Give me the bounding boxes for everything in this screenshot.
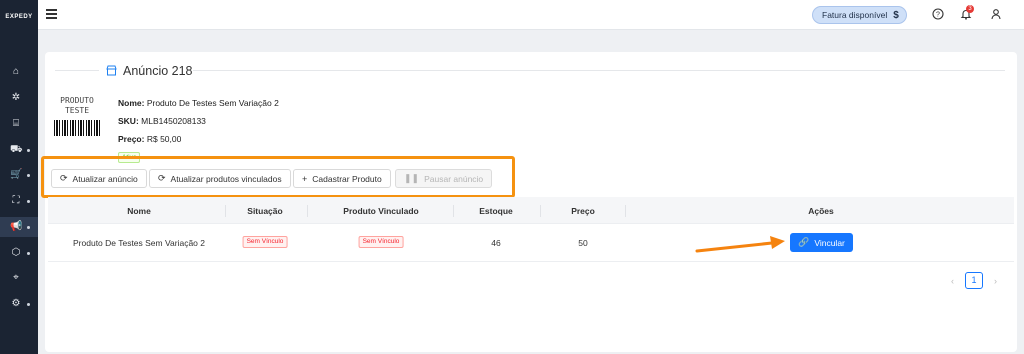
expand-dot bbox=[27, 148, 30, 152]
sidebar-item-listings[interactable]: 📢 bbox=[0, 217, 38, 237]
sidebar-item-sales[interactable]: ⛶ bbox=[0, 191, 38, 211]
column-separator bbox=[540, 205, 541, 217]
sidebar-item-scan[interactable]: ⌖ bbox=[0, 268, 38, 288]
sidebar-item-store[interactable]: ⌸ bbox=[0, 114, 38, 134]
pagination: ‹ 1 › bbox=[951, 272, 997, 289]
listing-card: Anúncio 218 PRODUTO TESTE Nome: Produto … bbox=[41, 52, 1017, 352]
cell-price: 50 bbox=[578, 238, 588, 248]
store-icon: ⌸ bbox=[13, 118, 19, 129]
table-header: Nome Situação Produto Vinculado Estoque … bbox=[48, 197, 1014, 224]
divider bbox=[55, 70, 99, 71]
linked-product-badge: Sem Vínculo bbox=[358, 236, 404, 248]
gear-icon: ⚙ bbox=[11, 298, 21, 309]
dollar-icon: $ bbox=[893, 9, 899, 21]
scan-icon: ⌖ bbox=[13, 272, 19, 283]
product-sku-row: SKU: MLB1450208133 bbox=[118, 116, 206, 126]
sidebar: EXPEDY ⌂ ✲ ⌸ ⛟ 🛒 ⛶ 📢 ⬡ ⌖ ⚙ bbox=[0, 0, 38, 354]
barcode-image bbox=[54, 120, 100, 136]
product-price-row: Preço: R$ 50,00 bbox=[118, 134, 181, 144]
help-icon[interactable]: ? bbox=[931, 8, 944, 21]
column-separator bbox=[625, 205, 626, 217]
store-icon bbox=[106, 65, 117, 79]
sku-label: SKU: bbox=[118, 116, 139, 126]
integrations-icon: ✲ bbox=[11, 92, 21, 103]
user-icon[interactable] bbox=[989, 8, 1002, 21]
expand-dot bbox=[27, 199, 30, 203]
expand-dot bbox=[27, 225, 30, 229]
sidebar-item-orders[interactable]: 🛒 bbox=[0, 165, 38, 185]
truck-icon: ⛟ bbox=[10, 144, 23, 155]
column-header: Ações bbox=[808, 206, 834, 216]
sidebar-item-integrations[interactable]: ✲ bbox=[0, 88, 38, 108]
invoice-available-button[interactable]: Fatura disponível $ bbox=[812, 6, 907, 24]
product-name: Produto De Testes Sem Variação 2 bbox=[146, 98, 279, 108]
product-image-text: PRODUTO bbox=[60, 96, 94, 105]
column-header: Nome bbox=[127, 206, 151, 216]
divider bbox=[193, 70, 1005, 71]
link-button[interactable]: 🔗 Vincular bbox=[790, 233, 853, 252]
column-header: Produto Vinculado bbox=[343, 206, 419, 216]
expand-dot bbox=[27, 302, 30, 306]
invoice-label: Fatura disponível bbox=[822, 10, 888, 20]
sidebar-item-home[interactable]: ⌂ bbox=[0, 62, 38, 82]
top-bar: Fatura disponível $ ? 3 bbox=[38, 0, 1024, 30]
expand-dot bbox=[27, 173, 30, 177]
menu-icon[interactable] bbox=[46, 9, 57, 19]
column-separator bbox=[453, 205, 454, 217]
cell-stock: 46 bbox=[491, 238, 501, 248]
product-sku: MLB1450208133 bbox=[141, 116, 206, 126]
highlight-annotation-box bbox=[41, 156, 515, 198]
product-image: PRODUTO TESTE bbox=[54, 96, 100, 146]
product-price: R$ 50,00 bbox=[146, 134, 182, 144]
annotation-arrow bbox=[695, 236, 785, 253]
sidebar-item-products[interactable]: ⬡ bbox=[0, 243, 38, 263]
page-number[interactable]: 1 bbox=[965, 272, 983, 289]
cart-icon: 🛒 bbox=[10, 169, 23, 180]
column-separator bbox=[225, 205, 226, 217]
sidebar-item-shipping[interactable]: ⛟ bbox=[0, 140, 38, 160]
link-icon: 🔗 bbox=[798, 237, 810, 247]
svg-text:?: ? bbox=[936, 12, 940, 19]
product-name-row: Nome: Produto De Testes Sem Variação 2 bbox=[118, 98, 279, 108]
link-button-label: Vincular bbox=[814, 237, 845, 248]
product-image-text: TESTE bbox=[64, 106, 90, 115]
notification-badge: 3 bbox=[966, 5, 974, 13]
column-header: Preço bbox=[571, 206, 595, 216]
name-label: Nome: bbox=[118, 98, 145, 108]
next-page-icon[interactable]: › bbox=[983, 276, 997, 286]
page-title: Anúncio 218 bbox=[123, 64, 193, 78]
table-row: Produto De Testes Sem Variação 2 Sem Vín… bbox=[48, 224, 1014, 262]
app-logo: EXPEDY bbox=[5, 14, 33, 20]
column-header: Estoque bbox=[479, 206, 513, 216]
box-icon: ⬡ bbox=[11, 247, 21, 258]
column-header: Situação bbox=[247, 206, 283, 216]
expand-dot bbox=[27, 251, 30, 255]
cell-name: Produto De Testes Sem Variação 2 bbox=[73, 238, 205, 248]
home-icon: ⌂ bbox=[12, 66, 20, 77]
column-separator bbox=[307, 205, 308, 217]
prev-page-icon[interactable]: ‹ bbox=[951, 276, 965, 286]
situation-badge: Sem Vínculo bbox=[242, 236, 288, 248]
price-label: Preço: bbox=[118, 134, 145, 144]
megaphone-icon: 📢 bbox=[10, 221, 23, 232]
sidebar-item-settings[interactable]: ⚙ bbox=[0, 294, 38, 314]
bag-icon: ⛶ bbox=[12, 195, 20, 206]
